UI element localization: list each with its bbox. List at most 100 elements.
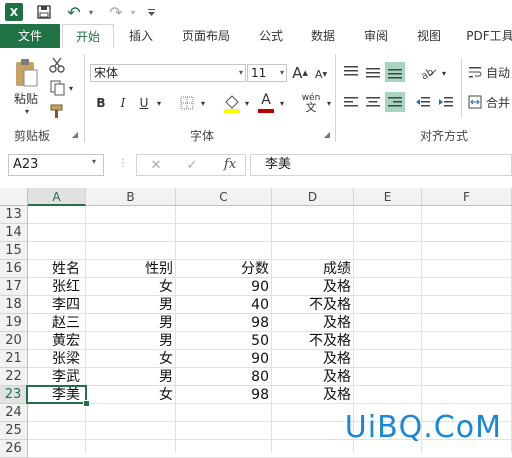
table-cell[interactable]: 及格 bbox=[272, 278, 354, 296]
table-cell[interactable]: 男 bbox=[86, 314, 176, 332]
column-header-c[interactable]: C bbox=[176, 188, 272, 206]
table-cell[interactable]: 80 bbox=[176, 368, 272, 386]
table-header-cell[interactable]: 成绩 bbox=[272, 260, 354, 278]
font-name-dropdown-icon[interactable]: ▾ bbox=[239, 65, 243, 81]
tab-page-layout[interactable]: 页面布局 bbox=[172, 24, 240, 48]
grow-font-button[interactable]: A ▲ bbox=[291, 63, 309, 83]
table-cell[interactable]: 男 bbox=[86, 332, 176, 350]
font-size-combo[interactable]: 11 ▾ bbox=[247, 64, 287, 82]
select-all-corner[interactable] bbox=[0, 188, 28, 206]
fill-color-dropdown-icon[interactable]: ▾ bbox=[242, 96, 252, 110]
row-header-15[interactable]: 15 bbox=[0, 242, 28, 260]
row-header-23[interactable]: 23 bbox=[0, 386, 28, 404]
row-header-14[interactable]: 14 bbox=[0, 224, 28, 242]
row-header-26[interactable]: 26 bbox=[0, 440, 28, 458]
align-middle-icon[interactable] bbox=[363, 62, 383, 82]
underline-button[interactable]: U bbox=[136, 94, 152, 112]
tab-home[interactable]: 开始 bbox=[62, 24, 114, 48]
phonetic-button[interactable]: wén 文 bbox=[298, 92, 324, 114]
row-header-24[interactable]: 24 bbox=[0, 404, 28, 422]
table-header-cell[interactable]: 性别 bbox=[86, 260, 176, 278]
insert-function-icon[interactable]: fx bbox=[219, 156, 241, 174]
name-box-dropdown-icon[interactable]: ▾ bbox=[92, 157, 96, 166]
table-cell[interactable]: 李四 bbox=[28, 296, 86, 314]
cancel-icon[interactable]: ✕ bbox=[147, 157, 165, 175]
table-cell[interactable]: 女 bbox=[86, 350, 176, 368]
table-cell[interactable]: 及格 bbox=[272, 350, 354, 368]
tab-pdf-tools[interactable]: PDF工具 bbox=[462, 24, 512, 48]
tab-file[interactable]: 文件 bbox=[0, 24, 60, 48]
table-cell[interactable]: 男 bbox=[86, 368, 176, 386]
align-center-icon[interactable] bbox=[363, 92, 383, 112]
table-header-cell[interactable]: 姓名 bbox=[28, 260, 86, 278]
font-launcher-icon[interactable]: ◢ bbox=[322, 128, 332, 140]
table-cell[interactable]: 及格 bbox=[272, 314, 354, 332]
table-cell[interactable]: 赵三 bbox=[28, 314, 86, 332]
column-header-f[interactable]: F bbox=[422, 188, 512, 206]
table-cell[interactable]: 男 bbox=[86, 296, 176, 314]
italic-button[interactable]: I bbox=[115, 94, 131, 112]
table-cell[interactable]: 黄宏 bbox=[28, 332, 86, 350]
table-header-cell[interactable]: 分数 bbox=[176, 260, 272, 278]
bold-button[interactable]: B bbox=[93, 94, 109, 112]
paste-icon[interactable] bbox=[10, 56, 42, 90]
increase-indent-icon[interactable] bbox=[436, 92, 456, 112]
table-cell[interactable]: 不及格 bbox=[272, 332, 354, 350]
paste-dropdown-icon[interactable]: ▾ bbox=[20, 106, 34, 116]
clipboard-launcher-icon[interactable]: ◢ bbox=[70, 128, 80, 140]
orientation-icon[interactable]: ab bbox=[417, 62, 439, 82]
name-box[interactable]: A23 bbox=[8, 154, 104, 176]
fill-handle[interactable] bbox=[83, 400, 90, 407]
align-right-icon[interactable] bbox=[385, 92, 405, 112]
row-header-13[interactable]: 13 bbox=[0, 206, 28, 224]
align-bottom-icon[interactable] bbox=[385, 62, 405, 82]
row-header-25[interactable]: 25 bbox=[0, 422, 28, 440]
undo-dropdown-icon[interactable]: ▾ bbox=[86, 3, 96, 21]
table-cell[interactable]: 张梁 bbox=[28, 350, 86, 368]
column-header-a[interactable]: A bbox=[28, 188, 86, 206]
row-header-19[interactable]: 19 bbox=[0, 314, 28, 332]
align-top-icon[interactable] bbox=[341, 62, 361, 82]
tab-insert[interactable]: 插入 bbox=[118, 24, 164, 48]
redo-icon[interactable]: ↷ bbox=[108, 3, 124, 22]
table-cell[interactable]: 及格 bbox=[272, 386, 354, 404]
column-header-e[interactable]: E bbox=[354, 188, 422, 206]
borders-dropdown-icon[interactable]: ▾ bbox=[198, 96, 208, 110]
table-cell[interactable]: 李武 bbox=[28, 368, 86, 386]
underline-dropdown-icon[interactable]: ▾ bbox=[154, 96, 164, 110]
borders-icon[interactable] bbox=[178, 94, 196, 112]
paste-button[interactable]: 粘贴 bbox=[10, 90, 42, 106]
table-cell[interactable]: 女 bbox=[86, 278, 176, 296]
redo-dropdown-icon[interactable]: ▾ bbox=[128, 3, 138, 21]
row-header-20[interactable]: 20 bbox=[0, 332, 28, 350]
copy-dropdown-icon[interactable]: ▾ bbox=[66, 81, 76, 95]
cut-icon[interactable] bbox=[48, 56, 66, 74]
decrease-indent-icon[interactable] bbox=[413, 92, 433, 112]
formula-input[interactable]: 李美 bbox=[250, 154, 512, 176]
font-color-dropdown-icon[interactable]: ▾ bbox=[277, 96, 287, 110]
tab-view[interactable]: 视图 bbox=[408, 24, 450, 48]
row-header-17[interactable]: 17 bbox=[0, 278, 28, 296]
table-cell[interactable]: 90 bbox=[176, 350, 272, 368]
table-cell[interactable]: 女 bbox=[86, 386, 176, 404]
shrink-font-button[interactable]: A ▼ bbox=[313, 65, 329, 83]
save-icon[interactable] bbox=[36, 3, 52, 21]
table-cell[interactable]: 98 bbox=[176, 386, 272, 404]
font-color-button[interactable]: A bbox=[256, 92, 276, 114]
merge-center-button[interactable]: 合并 bbox=[468, 92, 512, 112]
tab-review[interactable]: 审阅 bbox=[355, 24, 397, 48]
table-cell[interactable]: 及格 bbox=[272, 368, 354, 386]
table-cell[interactable]: 不及格 bbox=[272, 296, 354, 314]
undo-icon[interactable]: ↶ bbox=[66, 3, 82, 22]
tab-formulas[interactable]: 公式 bbox=[250, 24, 292, 48]
fill-color-icon[interactable] bbox=[222, 92, 242, 114]
table-cell[interactable]: 张红 bbox=[28, 278, 86, 296]
tab-data[interactable]: 数据 bbox=[302, 24, 344, 48]
copy-icon[interactable] bbox=[48, 79, 66, 97]
table-cell[interactable]: 90 bbox=[176, 278, 272, 296]
row-header-21[interactable]: 21 bbox=[0, 350, 28, 368]
row-header-16[interactable]: 16 bbox=[0, 260, 28, 278]
format-painter-icon[interactable] bbox=[48, 102, 66, 120]
phonetic-dropdown-icon[interactable]: ▾ bbox=[324, 96, 334, 110]
table-cell[interactable]: 40 bbox=[176, 296, 272, 314]
